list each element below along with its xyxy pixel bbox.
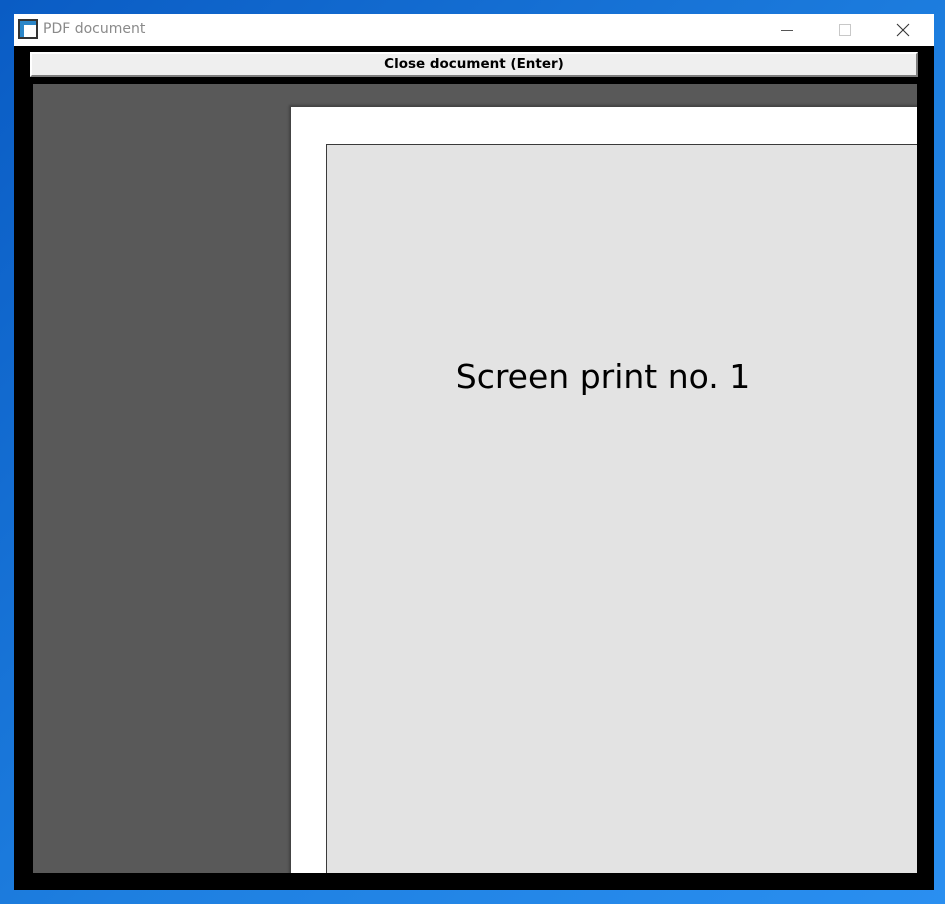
screen-print-caption: Screen print no. 1 [455, 357, 751, 396]
pdf-page: Screen print no. 1 [291, 107, 917, 873]
maximize-button[interactable] [822, 14, 868, 46]
minimize-button[interactable] [764, 14, 810, 46]
app-window-icon [18, 19, 38, 39]
screen-print-image: Screen print no. 1 [326, 144, 917, 873]
minimize-icon [781, 30, 793, 31]
window-title: PDF document [43, 21, 146, 37]
pdf-document-window: PDF document Close document (Enter) Scre… [14, 14, 934, 890]
title-bar[interactable]: PDF document [14, 14, 934, 46]
maximize-icon [839, 24, 851, 36]
close-icon [896, 23, 910, 37]
close-window-button[interactable] [880, 14, 926, 46]
pdf-viewer-area[interactable]: Screen print no. 1 [33, 84, 917, 873]
close-document-button[interactable]: Close document (Enter) [29, 51, 919, 78]
window-content: Close document (Enter) Screen print no. … [29, 50, 919, 878]
